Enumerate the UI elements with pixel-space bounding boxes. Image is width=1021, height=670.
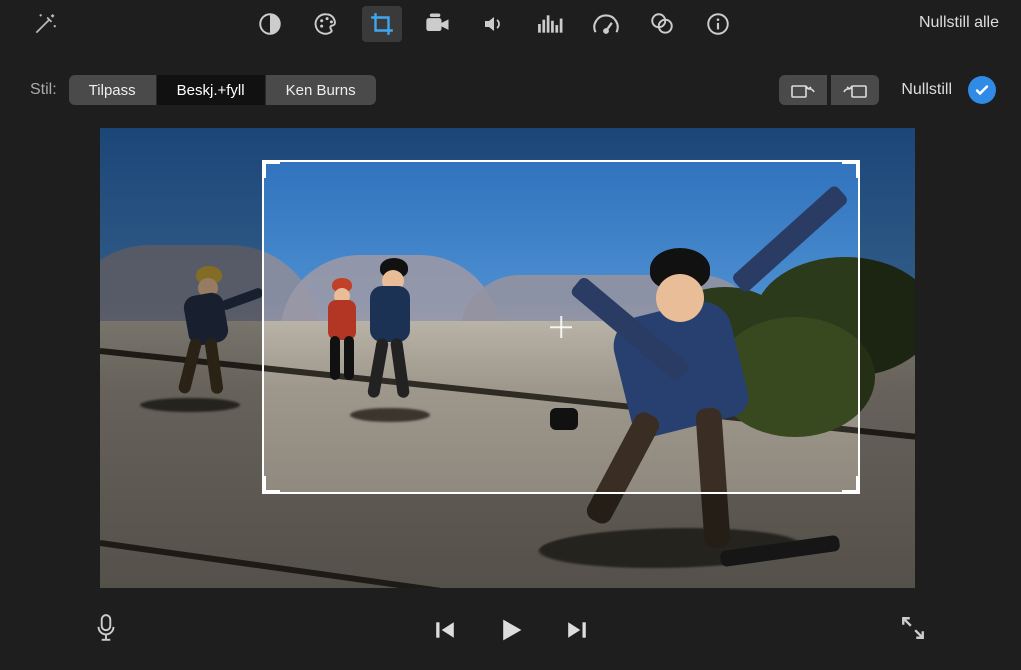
- crop-button[interactable]: [362, 6, 402, 42]
- next-frame-button[interactable]: [560, 613, 594, 647]
- skip-forward-icon: [566, 619, 588, 641]
- info-icon: [705, 11, 731, 37]
- style-option-fit[interactable]: Tilpass: [69, 75, 157, 105]
- stabilize-button[interactable]: [418, 6, 458, 42]
- crop-rectangle[interactable]: [262, 160, 860, 494]
- play-button[interactable]: [494, 613, 528, 647]
- voiceover-button[interactable]: [95, 613, 117, 648]
- speed-button[interactable]: [586, 6, 626, 42]
- play-icon: [498, 617, 524, 643]
- equalizer-icon: [537, 13, 563, 35]
- crop-handle-bottom-left[interactable]: [262, 476, 280, 494]
- microphone-icon: [95, 613, 117, 643]
- palette-icon: [312, 11, 340, 37]
- rotate-cw-button[interactable]: [831, 75, 879, 105]
- magic-wand-button[interactable]: [10, 11, 80, 37]
- crop-center-crosshair: [550, 316, 572, 338]
- crop-actions: Nullstill: [779, 75, 996, 105]
- magic-wand-icon: [32, 11, 58, 37]
- rotate-ccw-icon: [788, 80, 818, 100]
- checkmark-icon: [974, 82, 990, 98]
- contrast-button[interactable]: [250, 6, 290, 42]
- top-toolbar: Nullstill alle: [0, 0, 1021, 48]
- confirm-button[interactable]: [968, 76, 996, 104]
- overlap-circles-icon: [648, 11, 676, 37]
- info-button[interactable]: [698, 6, 738, 42]
- transport-bar: [0, 605, 1021, 655]
- playback-controls: [428, 613, 594, 647]
- reset-all-button[interactable]: Nullstill alle: [919, 14, 999, 32]
- previous-frame-button[interactable]: [428, 613, 462, 647]
- crop-style-bar: Stil: Tilpass Beskj.+fyll Ken Burns Null…: [0, 70, 1021, 110]
- equalizer-button[interactable]: [530, 6, 570, 42]
- clip-viewer: [100, 128, 915, 588]
- crop-handle-bottom-right[interactable]: [842, 476, 860, 494]
- rotate-cw-icon: [840, 80, 870, 100]
- color-palette-button[interactable]: [306, 6, 346, 42]
- expand-icon: [900, 615, 926, 641]
- crop-icon: [369, 11, 395, 37]
- crop-handle-top-right[interactable]: [842, 160, 860, 178]
- style-label: Stil:: [30, 81, 57, 99]
- reset-crop-button[interactable]: Nullstill: [901, 81, 952, 99]
- fullscreen-button[interactable]: [900, 615, 926, 646]
- contrast-icon: [257, 11, 283, 37]
- style-option-crop-fill[interactable]: Beskj.+fyll: [157, 75, 266, 105]
- volume-icon: [481, 12, 507, 36]
- video-camera-icon: [424, 12, 452, 36]
- skip-back-icon: [434, 619, 456, 641]
- adjustment-toolbar: [250, 6, 738, 42]
- filters-button[interactable]: [642, 6, 682, 42]
- style-segmented-control: Tilpass Beskj.+fyll Ken Burns: [69, 75, 376, 105]
- rotate-ccw-button[interactable]: [779, 75, 827, 105]
- speedometer-icon: [592, 12, 620, 36]
- crop-handle-top-left[interactable]: [262, 160, 280, 178]
- volume-button[interactable]: [474, 6, 514, 42]
- style-option-ken-burns[interactable]: Ken Burns: [266, 75, 376, 105]
